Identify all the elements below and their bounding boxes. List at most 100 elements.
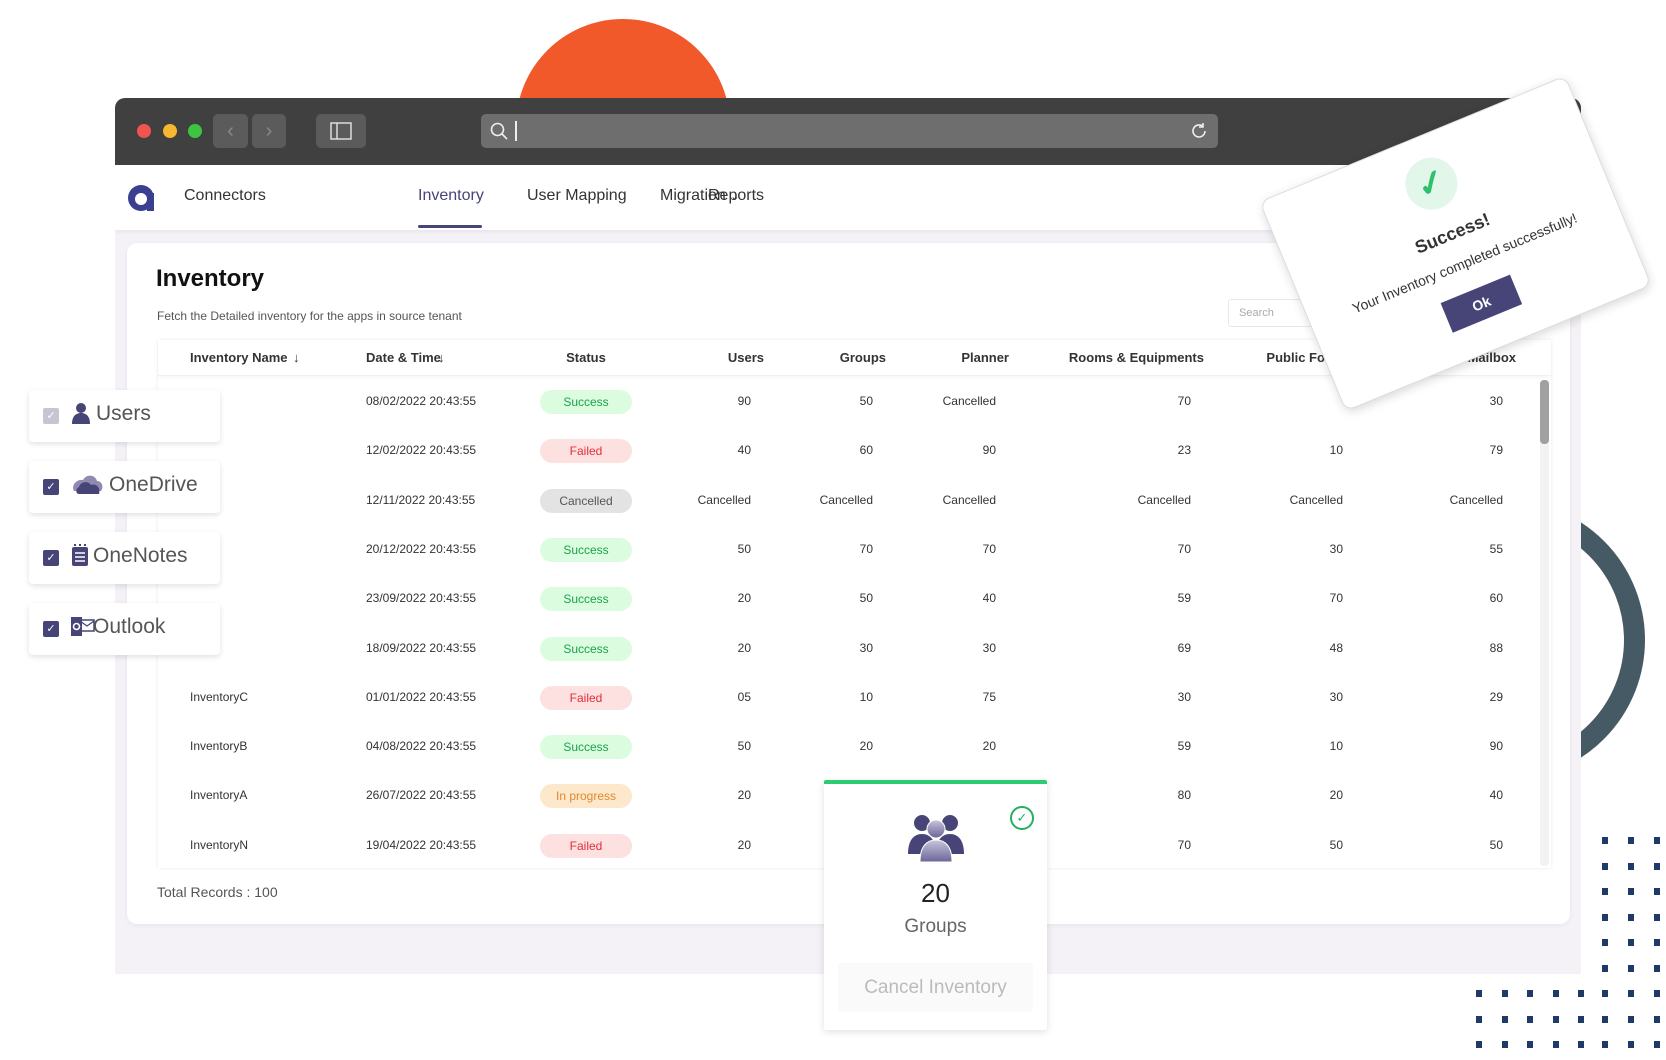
cell-mailbox: 90 bbox=[1489, 739, 1503, 754]
status-badge: Failed bbox=[540, 833, 632, 858]
cell-rooms-equipments: 59 bbox=[1177, 739, 1191, 754]
column-header-planner[interactable]: Planner bbox=[961, 350, 1009, 365]
cancel-inventory-button[interactable]: Cancel Inventory bbox=[838, 963, 1033, 1012]
decor-dot bbox=[1628, 913, 1634, 921]
status-badge: Failed bbox=[540, 439, 632, 464]
decor-dot bbox=[1654, 1041, 1660, 1048]
nav-user-mapping[interactable]: User Mapping bbox=[527, 187, 627, 205]
decor-dot bbox=[1527, 990, 1533, 997]
table-row[interactable]: 18/09/2022 20:43:55 Success 20 30 30 69 48 88 bbox=[158, 636, 1538, 661]
cell-rooms-equipments: Cancelled bbox=[1137, 492, 1191, 507]
url-bar[interactable] bbox=[481, 114, 1218, 148]
decor-dot bbox=[1578, 990, 1584, 997]
decor-dot bbox=[1602, 964, 1608, 972]
status-badge: Success bbox=[540, 735, 632, 760]
cell-groups: 10 bbox=[859, 689, 873, 704]
app-option-users[interactable]: ✓ Users bbox=[29, 390, 220, 442]
column-header-status[interactable]: Status bbox=[540, 350, 632, 365]
cell-mailbox: 30 bbox=[1489, 394, 1503, 408]
cell-date-time: 12/02/2022 20:43:55 bbox=[366, 443, 477, 458]
nav-inventory[interactable]: Inventory bbox=[418, 187, 484, 205]
decor-dot bbox=[1476, 990, 1482, 997]
back-icon: ‹ bbox=[227, 119, 234, 142]
decor-dot bbox=[1654, 939, 1660, 946]
column-header-rooms-equipments[interactable]: Rooms & Equipments bbox=[1069, 350, 1204, 365]
sort-arrow-icon[interactable]: ↓ bbox=[293, 350, 300, 365]
nav-connectors[interactable]: Connectors bbox=[184, 187, 266, 205]
decor-dot bbox=[1628, 837, 1634, 844]
check-circle-icon: ✓ bbox=[1010, 806, 1034, 830]
cell-rooms-equipments: 70 bbox=[1177, 394, 1191, 408]
table-row[interactable]: 12/11/2022 20:43:55 Cancelled Cancelled Can… bbox=[158, 488, 1538, 513]
column-header-groups[interactable]: Groups bbox=[840, 350, 886, 365]
status-badge: Cancelled bbox=[540, 488, 632, 513]
decor-dot bbox=[1552, 1041, 1559, 1048]
cell-groups: 50 bbox=[859, 591, 873, 606]
app-option-onenotes[interactable]: ✓ OneNotes bbox=[29, 532, 220, 584]
decor-dot bbox=[1602, 990, 1608, 997]
app-option-outlook[interactable]: ✓ Outlook bbox=[29, 603, 220, 655]
table-scrollbar[interactable] bbox=[1540, 380, 1549, 866]
decor-dot bbox=[1602, 1015, 1608, 1023]
column-header-inventory-name[interactable]: Inventory Name bbox=[190, 350, 288, 365]
cell-date-time: 19/04/2022 20:43:55 bbox=[366, 837, 477, 852]
cell-public-folders: 30 bbox=[1329, 541, 1343, 556]
app-option-label: OneNotes bbox=[93, 544, 188, 567]
cell-mailbox: 79 bbox=[1489, 443, 1503, 458]
forward-button[interactable]: › bbox=[252, 114, 286, 148]
decor-dot bbox=[1527, 1015, 1533, 1023]
cell-public-folders: Cancelled bbox=[1289, 492, 1343, 507]
decor-dot bbox=[1552, 1015, 1559, 1023]
app-option-label: Users bbox=[96, 402, 151, 425]
cell-users: 50 bbox=[737, 541, 751, 556]
decor-dot bbox=[1654, 837, 1660, 844]
decor-dot bbox=[1654, 913, 1660, 921]
table-row[interactable]: InventoryC 01/01/2022 20:43:55 Failed 05 10 7… bbox=[158, 685, 1538, 710]
cell-rooms-equipments: 23 bbox=[1177, 443, 1191, 458]
checkbox[interactable]: ✓ bbox=[43, 479, 59, 495]
forward-icon: › bbox=[265, 119, 273, 142]
status-badge: Success bbox=[540, 587, 632, 612]
decor-dot bbox=[1602, 913, 1608, 921]
app-logo[interactable] bbox=[126, 183, 156, 213]
table-row[interactable]: 23/09/2022 20:43:55 Success 20 50 40 59 70 60 bbox=[158, 587, 1538, 612]
cell-users: Cancelled bbox=[697, 492, 751, 507]
checkbox[interactable]: ✓ bbox=[43, 621, 59, 637]
table-row[interactable]: InventoryB 04/08/2022 20:43:55 Success 50 20… bbox=[158, 735, 1538, 760]
checkbox[interactable]: ✓ bbox=[43, 550, 59, 566]
app-option-onedrive[interactable]: ✓ OneDrive bbox=[29, 461, 220, 513]
cell-planner: 30 bbox=[982, 640, 996, 655]
table-row[interactable]: 08/02/2022 20:43:55 Success 90 50 Cancelled 7… bbox=[158, 390, 1538, 414]
cell-groups: 60 bbox=[859, 443, 873, 458]
column-header-date-time[interactable]: Date & Time bbox=[366, 350, 441, 365]
cell-groups: Cancelled bbox=[819, 492, 873, 507]
cell-planner: 20 bbox=[982, 739, 996, 754]
cell-date-time: 23/09/2022 20:43:55 bbox=[366, 591, 477, 606]
cell-rooms-equipments: 30 bbox=[1177, 689, 1191, 704]
table-row[interactable]: 20/12/2022 20:43:55 Success 50 70 70 70 30 55 bbox=[158, 537, 1538, 562]
back-button[interactable]: ‹ bbox=[213, 114, 248, 148]
sidebar-toggle-button[interactable] bbox=[316, 114, 366, 148]
sort-arrow-icon[interactable]: ↓ bbox=[438, 350, 445, 365]
decor-dot bbox=[1501, 1041, 1508, 1048]
maximize-window-button[interactable] bbox=[188, 124, 202, 138]
scrollbar-thumb[interactable] bbox=[1540, 380, 1549, 444]
cell-inventory-name: InventoryB bbox=[190, 739, 248, 754]
app-option-label: Outlook bbox=[93, 615, 166, 638]
cell-users: 05 bbox=[737, 689, 751, 704]
decor-dot bbox=[1654, 1015, 1660, 1023]
reload-icon[interactable] bbox=[1189, 121, 1209, 141]
cell-groups: 50 bbox=[859, 394, 873, 408]
cell-inventory-name: InventoryC bbox=[190, 689, 249, 704]
table-row[interactable]: 12/02/2022 20:43:55 Failed 40 60 90 23 10 79 bbox=[158, 439, 1538, 464]
minimize-window-button[interactable] bbox=[163, 124, 177, 138]
close-window-button[interactable] bbox=[137, 124, 151, 138]
decor-dot bbox=[1628, 862, 1634, 870]
cell-date-time: 01/01/2022 20:43:55 bbox=[366, 689, 477, 704]
cell-mailbox: 88 bbox=[1489, 640, 1503, 655]
cell-public-folders: 50 bbox=[1329, 837, 1343, 852]
nav-reports[interactable]: Reports bbox=[708, 187, 764, 205]
column-header-users[interactable]: Users bbox=[728, 350, 764, 365]
cell-planner: 40 bbox=[982, 591, 996, 606]
ok-button[interactable]: Ok bbox=[1440, 274, 1523, 333]
